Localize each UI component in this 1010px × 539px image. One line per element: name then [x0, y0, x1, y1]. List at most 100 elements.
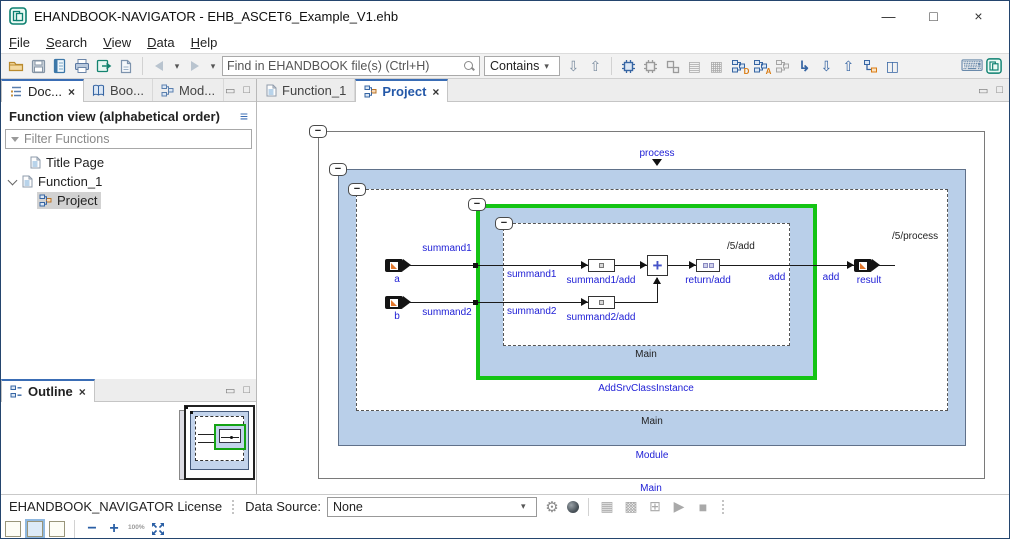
measure-config-icon[interactable]: ▩: [622, 498, 640, 515]
jump-up-icon[interactable]: ⇧: [839, 57, 857, 75]
tab-outline[interactable]: Outline ×: [1, 379, 95, 402]
print-icon[interactable]: [73, 57, 91, 75]
single-page-view-icon[interactable]: [5, 520, 21, 537]
ehandbook-icon[interactable]: [985, 57, 1003, 75]
tab-outline-close-icon[interactable]: ×: [79, 385, 86, 399]
menu-file[interactable]: File: [9, 35, 30, 50]
input-port-a[interactable]: [385, 259, 411, 272]
collapse-module-button[interactable]: −: [329, 163, 347, 176]
expanded-chevron-icon[interactable]: [7, 175, 18, 185]
diagram-canvas[interactable]: − process − − − − + a b summand1 summand…: [257, 102, 1009, 494]
pdf-report-icon[interactable]: [117, 57, 135, 75]
split-page-view-icon[interactable]: [25, 518, 45, 538]
sidebar-minimize-icon[interactable]: ▭: [225, 84, 235, 97]
port-type-icon: [860, 263, 866, 269]
jump-down-icon[interactable]: ⇩: [817, 57, 835, 75]
data-source-value: None: [333, 499, 363, 514]
hierarchy-annotations-icon[interactable]: A: [751, 57, 771, 76]
collapse-instance-button[interactable]: −: [468, 198, 486, 211]
start-measurement-icon[interactable]: ▶: [670, 498, 688, 515]
path-process-label: /5/process: [892, 231, 939, 242]
stop-measurement-icon[interactable]: ■: [694, 499, 712, 515]
view-menu-icon[interactable]: ≡: [240, 108, 248, 124]
hierarchy-definitions-icon[interactable]: D: [729, 57, 749, 76]
settings-gear-icon[interactable]: ⚙: [543, 498, 561, 516]
collapse-module-main-button[interactable]: −: [348, 183, 366, 196]
tab-model-label: Mod...: [178, 82, 216, 98]
wire2-label: summand2: [422, 307, 472, 318]
ecu-model-icon[interactable]: [619, 57, 637, 75]
open-file-icon[interactable]: [7, 57, 25, 75]
measure-grid-icon[interactable]: ▦: [598, 498, 616, 515]
editor-minimize-icon[interactable]: ▭: [978, 84, 988, 97]
input-port-b[interactable]: [385, 296, 411, 309]
tree-item-title-page[interactable]: Title Page: [1, 153, 256, 172]
outline-maximize-icon[interactable]: □: [243, 384, 250, 396]
save-icon[interactable]: [29, 57, 47, 75]
data-source-select[interactable]: None ▾: [327, 496, 537, 517]
tab-project-close-icon[interactable]: ×: [432, 85, 439, 99]
collapse-outer-button[interactable]: −: [309, 125, 327, 138]
menu-search[interactable]: Search: [46, 35, 87, 50]
back-history-dropdown-icon[interactable]: ▾: [172, 57, 182, 75]
find-previous-icon[interactable]: ⇧: [586, 57, 604, 75]
block-summand2-add[interactable]: [588, 296, 615, 309]
handbook-icon[interactable]: [51, 57, 69, 75]
tab-model[interactable]: Mod...: [153, 79, 225, 101]
tab-project-label: Project: [382, 84, 427, 99]
tab-project[interactable]: Project ×: [355, 79, 449, 102]
menu-help[interactable]: Help: [191, 35, 218, 50]
minimize-button[interactable]: —: [866, 8, 911, 24]
hierarchy-navigate-icon[interactable]: [861, 57, 879, 75]
menu-view[interactable]: View: [103, 35, 131, 50]
result-label: result: [856, 275, 882, 286]
outline-minimize-icon[interactable]: ▭: [225, 384, 235, 397]
block-summand1-add[interactable]: [588, 259, 615, 272]
export-icon[interactable]: [95, 57, 113, 75]
forward-icon[interactable]: [186, 57, 204, 75]
find-next-icon[interactable]: ⇩: [564, 57, 582, 75]
sidebar-maximize-icon[interactable]: □: [243, 84, 250, 96]
filter-functions-input[interactable]: [24, 132, 246, 146]
table-view-icon[interactable]: ▦: [707, 57, 725, 75]
output-port-result[interactable]: [854, 259, 880, 272]
block-add-operator[interactable]: +: [647, 255, 668, 276]
block-return-add[interactable]: [696, 259, 720, 272]
find-input[interactable]: [227, 59, 460, 73]
fit-to-screen-icon[interactable]: [151, 522, 165, 536]
close-button[interactable]: ×: [956, 8, 1001, 24]
tree-item-function-1[interactable]: Function_1: [1, 172, 256, 191]
hierarchy-disabled-icon[interactable]: [773, 57, 791, 75]
process-label: process: [639, 148, 675, 159]
collapse-inner-button[interactable]: −: [495, 217, 513, 230]
new-window-icon[interactable]: ◫: [883, 57, 901, 75]
list-view-icon[interactable]: ▤: [685, 57, 703, 75]
outline-thumbnail[interactable]: [179, 405, 255, 485]
tree-item-title-page-label: Title Page: [46, 155, 105, 170]
tab-documents[interactable]: Doc... ×: [1, 79, 84, 102]
tab-documents-close-icon[interactable]: ×: [68, 85, 75, 99]
menu-data[interactable]: Data: [147, 35, 174, 50]
zoom-in-icon[interactable]: +: [106, 520, 122, 537]
maximize-button[interactable]: □: [911, 8, 956, 24]
keyboard-shortcuts-icon[interactable]: ⌨: [960, 57, 983, 75]
zoom-out-icon[interactable]: −: [84, 520, 100, 537]
tab-function-1[interactable]: Function_1: [257, 79, 356, 101]
tab-bookmarks[interactable]: Boo...: [84, 79, 153, 101]
forward-history-dropdown-icon[interactable]: ▾: [208, 57, 218, 75]
measure-window-icon[interactable]: ⊞: [646, 498, 664, 515]
visualization-icon[interactable]: [567, 500, 579, 513]
filter-box: [5, 129, 252, 149]
contains-dropdown[interactable]: Contains ▾: [484, 56, 561, 76]
tree-item-project-selection[interactable]: Project: [37, 192, 102, 209]
tree-item-function-1-label: Function_1: [38, 174, 103, 189]
thumbnail-page-view-icon[interactable]: [49, 520, 65, 537]
editor-maximize-icon[interactable]: □: [996, 84, 1003, 96]
goto-reference-icon[interactable]: ↳: [795, 57, 813, 75]
ecu-model-small-icon[interactable]: [663, 57, 681, 75]
ecu-model-secondary-icon[interactable]: [641, 57, 659, 75]
tree-item-project[interactable]: Project: [1, 191, 256, 210]
arrowhead-icon: [581, 261, 588, 269]
back-icon[interactable]: [150, 57, 168, 75]
zoom-100-icon[interactable]: 100%: [128, 524, 145, 532]
